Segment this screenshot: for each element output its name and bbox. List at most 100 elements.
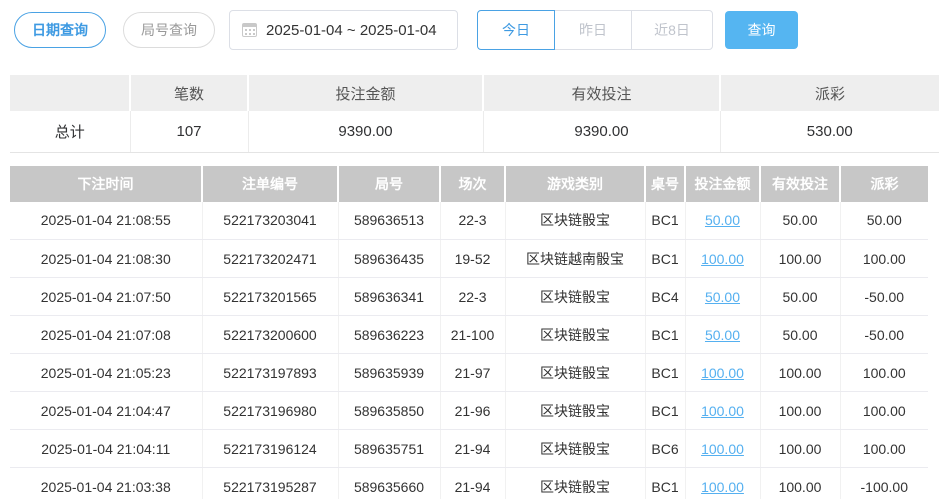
header-round-id: 局号 <box>338 165 441 202</box>
game-type-cell: 区块链骰宝 <box>505 277 646 316</box>
bet-amount-cell: 100.00 <box>685 239 761 278</box>
bet-amount-cell: 100.00 <box>685 429 761 468</box>
payout-cell: -50.00 <box>840 315 928 354</box>
summary-total-bet-amount: 9390.00 <box>248 111 484 153</box>
bet-time-cell: 2025-01-04 21:04:11 <box>10 429 203 468</box>
summary-total-label: 总计 <box>10 111 131 153</box>
game-type-cell: 区块链骰宝 <box>505 429 646 468</box>
header-payout: 派彩 <box>840 165 928 202</box>
order-id-cell: 522173196980 <box>202 391 339 430</box>
payout-cell: 100.00 <box>840 391 928 430</box>
table-row: 2025-01-04 21:07:08 522173200600 589636223… <box>10 315 928 354</box>
order-id-cell: 522173195287 <box>202 467 339 499</box>
table-id-cell: BC4 <box>645 277 686 316</box>
round-query-button[interactable]: 局号查询 <box>123 12 215 48</box>
summary-total-count: 107 <box>130 111 249 153</box>
valid-bet-cell: 50.00 <box>760 201 841 240</box>
payout-cell: -100.00 <box>840 467 928 499</box>
bet-amount-link[interactable]: 100.00 <box>701 251 744 267</box>
bet-amount-cell: 100.00 <box>685 467 761 499</box>
table-id-cell: BC1 <box>645 467 686 499</box>
bet-time-cell: 2025-01-04 21:07:50 <box>10 277 203 316</box>
header-session: 场次 <box>440 165 506 202</box>
table-id-cell: BC1 <box>645 315 686 354</box>
table-id-cell: BC1 <box>645 201 686 240</box>
last8days-button[interactable]: 近8日 <box>631 10 713 50</box>
header-table-id: 桌号 <box>645 165 686 202</box>
toolbar: 日期查询 局号查询 2025-01-04 ~ 2025-01-04 今日 昨日 … <box>0 0 939 50</box>
header-bet-amount: 投注金额 <box>685 165 761 202</box>
table-row: 2025-01-04 21:08:55 522173203041 589636513… <box>10 201 928 240</box>
bet-amount-link[interactable]: 50.00 <box>705 327 740 343</box>
header-order-id: 注单编号 <box>202 165 339 202</box>
today-button[interactable]: 今日 <box>477 10 555 50</box>
game-type-cell: 区块链越南骰宝 <box>505 239 646 278</box>
bet-time-cell: 2025-01-04 21:07:08 <box>10 315 203 354</box>
round-id-cell: 589635850 <box>338 391 441 430</box>
bet-amount-link[interactable]: 50.00 <box>705 289 740 305</box>
table-id-cell: BC1 <box>645 239 686 278</box>
bet-table-body: 2025-01-04 21:08:55 522173203041 589636513… <box>10 201 928 499</box>
bet-amount-link[interactable]: 100.00 <box>701 403 744 419</box>
bet-time-cell: 2025-01-04 21:08:30 <box>10 239 203 278</box>
round-id-cell: 589636435 <box>338 239 441 278</box>
game-type-cell: 区块链骰宝 <box>505 315 646 354</box>
session-cell: 22-3 <box>440 201 506 240</box>
bet-amount-cell: 50.00 <box>685 277 761 316</box>
bet-amount-cell: 50.00 <box>685 315 761 354</box>
payout-cell: 100.00 <box>840 353 928 392</box>
bet-table-header-row: 下注时间 注单编号 局号 场次 游戏类别 桌号 投注金额 有效投注 派彩 <box>10 165 928 202</box>
game-type-cell: 区块链骰宝 <box>505 353 646 392</box>
session-cell: 21-96 <box>440 391 506 430</box>
order-id-cell: 522173196124 <box>202 429 339 468</box>
summary-total-valid-bet: 9390.00 <box>483 111 721 153</box>
order-id-cell: 522173202471 <box>202 239 339 278</box>
valid-bet-cell: 100.00 <box>760 239 841 278</box>
summary-header-row: 笔数 投注金额 有效投注 派彩 <box>10 75 939 111</box>
round-id-cell: 589636341 <box>338 277 441 316</box>
valid-bet-cell: 100.00 <box>760 429 841 468</box>
summary-header-count: 笔数 <box>130 75 249 111</box>
game-type-cell: 区块链骰宝 <box>505 467 646 499</box>
bet-time-cell: 2025-01-04 21:03:38 <box>10 467 203 499</box>
summary-header-valid-bet: 有效投注 <box>483 75 721 111</box>
table-row: 2025-01-04 21:08:30 522173202471 589636435… <box>10 239 928 278</box>
round-id-cell: 589635751 <box>338 429 441 468</box>
session-cell: 21-97 <box>440 353 506 392</box>
bet-amount-cell: 50.00 <box>685 201 761 240</box>
summary-total-row: 总计 107 9390.00 9390.00 530.00 <box>10 111 939 153</box>
payout-cell: 100.00 <box>840 429 928 468</box>
bet-amount-cell: 100.00 <box>685 391 761 430</box>
date-range-input[interactable]: 2025-01-04 ~ 2025-01-04 <box>229 10 458 50</box>
valid-bet-cell: 100.00 <box>760 391 841 430</box>
order-id-cell: 522173197893 <box>202 353 339 392</box>
valid-bet-cell: 50.00 <box>760 315 841 354</box>
table-row: 2025-01-04 21:04:11 522173196124 589635751… <box>10 429 928 468</box>
bet-amount-link[interactable]: 100.00 <box>701 479 744 495</box>
round-id-cell: 589636223 <box>338 315 441 354</box>
bet-time-cell: 2025-01-04 21:05:23 <box>10 353 203 392</box>
round-id-cell: 589636513 <box>338 201 441 240</box>
order-id-cell: 522173201565 <box>202 277 339 316</box>
yesterday-button[interactable]: 昨日 <box>554 10 632 50</box>
date-query-button[interactable]: 日期查询 <box>14 12 106 48</box>
bet-amount-link[interactable]: 100.00 <box>701 365 744 381</box>
bet-time-cell: 2025-01-04 21:04:47 <box>10 391 203 430</box>
payout-cell: 100.00 <box>840 239 928 278</box>
bet-amount-link[interactable]: 100.00 <box>701 441 744 457</box>
header-bet-time: 下注时间 <box>10 165 203 202</box>
game-type-cell: 区块链骰宝 <box>505 391 646 430</box>
session-cell: 21-94 <box>440 467 506 499</box>
payout-cell: 50.00 <box>840 201 928 240</box>
summary-header-bet-amount: 投注金额 <box>248 75 484 111</box>
table-id-cell: BC6 <box>645 429 686 468</box>
session-cell: 21-94 <box>440 429 506 468</box>
bet-time-cell: 2025-01-04 21:08:55 <box>10 201 203 240</box>
bet-amount-link[interactable]: 50.00 <box>705 212 740 228</box>
summary-header-payout: 派彩 <box>720 75 939 111</box>
table-row: 2025-01-04 21:03:38 522173195287 589635660… <box>10 467 928 499</box>
header-game-type: 游戏类别 <box>505 165 646 202</box>
summary-table: 笔数 投注金额 有效投注 派彩 总计 107 9390.00 9390.00 5… <box>10 75 939 153</box>
search-button[interactable]: 查询 <box>725 11 798 49</box>
table-id-cell: BC1 <box>645 391 686 430</box>
